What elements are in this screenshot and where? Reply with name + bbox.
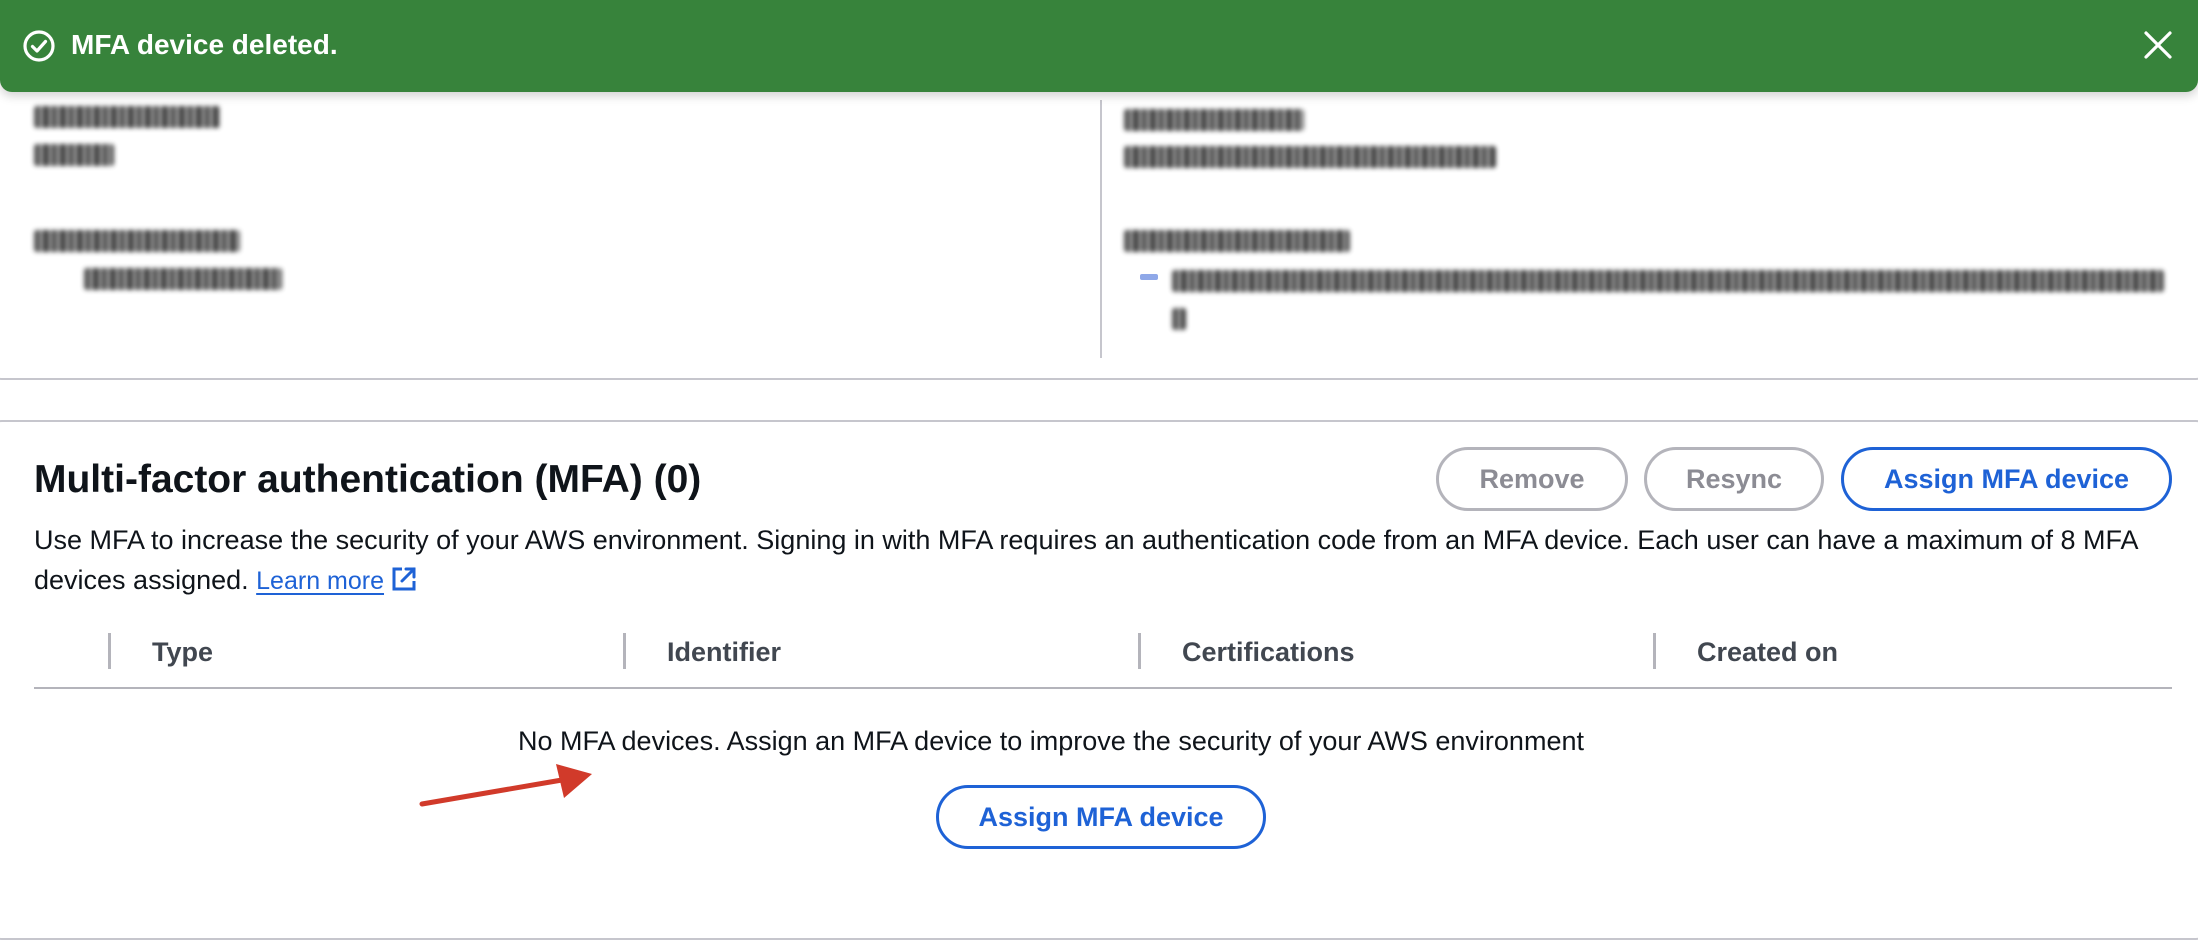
- remove-button[interactable]: Remove: [1436, 447, 1628, 511]
- redacted-text: [1172, 308, 1186, 330]
- empty-state-assign-mfa-button[interactable]: Assign MFA device: [936, 785, 1266, 849]
- learn-more-link[interactable]: Learn more: [256, 567, 384, 595]
- empty-state-message: No MFA devices. Assign an MFA device to …: [518, 726, 1584, 756]
- assign-mfa-device-button[interactable]: Assign MFA device: [1841, 447, 2172, 511]
- table-header-divider: [34, 687, 2172, 689]
- column-header-type[interactable]: Type: [152, 636, 213, 668]
- column-header-identifier[interactable]: Identifier: [667, 636, 781, 668]
- redacted-text: [1124, 109, 1304, 131]
- redacted-text: [34, 106, 220, 128]
- column-divider: [1100, 100, 1102, 358]
- list-bullet: [1140, 274, 1158, 280]
- column-separator: [1653, 633, 1656, 669]
- redacted-text: [34, 144, 114, 166]
- success-flash-banner: MFA device deleted.: [0, 0, 2198, 92]
- external-link-icon[interactable]: [390, 565, 418, 593]
- redacted-text: [34, 230, 240, 252]
- column-header-certifications[interactable]: Certifications: [1182, 636, 1355, 668]
- close-icon[interactable]: [2140, 27, 2176, 63]
- resync-button[interactable]: Resync: [1644, 447, 1824, 511]
- column-separator: [1138, 633, 1141, 669]
- redacted-text: [1172, 270, 2164, 292]
- redacted-text: [1124, 146, 1496, 168]
- redacted-text: [84, 268, 282, 290]
- success-check-circle-icon: [23, 30, 55, 62]
- redacted-text: [1124, 230, 1350, 252]
- mfa-description: Use MFA to increase the security of your…: [34, 520, 2184, 601]
- flash-message: MFA device deleted.: [71, 29, 338, 60]
- column-separator: [623, 633, 626, 669]
- column-separator: [108, 633, 111, 669]
- column-header-created-on[interactable]: Created on: [1697, 636, 1838, 668]
- mfa-section-title: Multi-factor authentication (MFA) (0): [34, 458, 702, 501]
